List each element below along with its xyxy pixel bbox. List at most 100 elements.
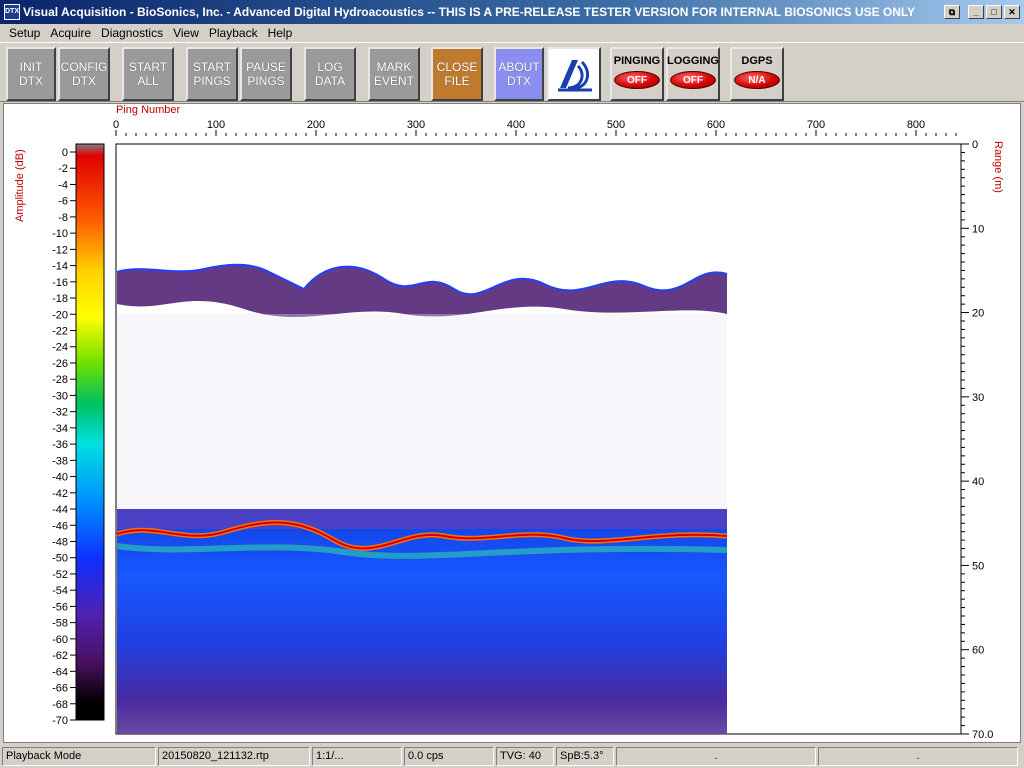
amplitude-tick-label: -44	[52, 504, 68, 516]
button-label: FILE	[444, 74, 470, 88]
button-label: START	[192, 60, 232, 74]
amplitude-tick-label: -22	[52, 326, 68, 338]
minimize-button[interactable]: _	[968, 5, 984, 19]
amplitude-tick-label: -18	[52, 293, 68, 305]
logging-label: LOGGING	[667, 55, 719, 67]
file-status: 20150820_121132.rtp	[158, 747, 310, 766]
ping-ticks: 0 100 200 300 400 500 600 700 800	[113, 119, 957, 136]
range-tick-label: 60	[972, 645, 984, 657]
button-label: DATA	[314, 74, 346, 88]
amplitude-tick-label: -58	[52, 618, 68, 630]
start-all-button[interactable]: START ALL	[122, 47, 174, 101]
button-label: PAUSE	[246, 60, 286, 74]
echogram-panel: Amplitude (dB) Range (m) Ping Number 0 -…	[3, 103, 1021, 743]
amplitude-tick-label: -54	[52, 585, 68, 597]
button-label: DTX	[507, 74, 531, 88]
init-dtx-button[interactable]: INIT DTX	[6, 47, 56, 101]
logging-indicator: LOGGING OFF	[666, 47, 720, 101]
amplitude-tick-label: -10	[52, 228, 68, 240]
logging-status: OFF	[670, 71, 716, 89]
ping-tick-label: 0	[113, 119, 119, 131]
log-data-button[interactable]: LOG DATA	[304, 47, 356, 101]
amplitude-tick-label: -68	[52, 699, 68, 711]
button-label: LOG	[317, 60, 343, 74]
status-cell-8: .	[818, 747, 1018, 766]
amplitude-tick-label: -6	[58, 196, 68, 208]
menu-view[interactable]: View	[168, 26, 204, 40]
menu-help[interactable]: Help	[263, 26, 298, 40]
amplitude-tick-label: -12	[52, 244, 68, 256]
sparse-scatter-region	[117, 314, 727, 509]
cps-status: 0.0 cps	[404, 747, 494, 766]
amplitude-tick-label: -24	[52, 342, 68, 354]
status-cell-7: .	[616, 747, 816, 766]
amplitude-colorbar	[75, 143, 105, 721]
range-tick-label: 20	[972, 308, 984, 320]
ping-tick-label: 500	[607, 119, 625, 131]
amplitude-tick-label: -20	[52, 309, 68, 321]
menu-setup[interactable]: Setup	[4, 26, 45, 40]
amplitude-ticks: 0 -2 -4 -6 -8 -10 -12 -14 -16 -18 -20 -22 -24 -26 -28 -…	[52, 147, 76, 727]
button-label: ALL	[137, 74, 159, 88]
amplitude-tick-label: -40	[52, 472, 68, 484]
config-dtx-button[interactable]: CONFIG DTX	[58, 47, 110, 101]
lower-water-column	[117, 509, 727, 734]
close-file-button[interactable]: CLOSE FILE	[431, 47, 483, 101]
amplitude-tick-label: -46	[52, 520, 68, 532]
amplitude-tick-label: -28	[52, 374, 68, 386]
ping-tick-label: 700	[807, 119, 825, 131]
amplitude-tick-label: -36	[52, 439, 68, 451]
pinging-status: OFF	[614, 71, 660, 89]
amplitude-tick-label: -64	[52, 666, 68, 678]
button-label: EVENT	[373, 74, 414, 88]
menu-playback[interactable]: Playback	[204, 26, 263, 40]
amplitude-tick-label: -2	[58, 163, 68, 175]
app-icon: DTX	[4, 4, 20, 20]
button-label: INIT	[19, 60, 43, 74]
pinging-label: PINGING	[613, 55, 661, 67]
dgps-label: DGPS	[741, 55, 773, 67]
dgps-status: N/A	[734, 71, 780, 89]
restore-icon[interactable]: ⧉	[944, 5, 960, 19]
ping-tick-label: 100	[207, 119, 225, 131]
close-window-button[interactable]: ✕	[1004, 5, 1020, 19]
amplitude-tick-label: -38	[52, 455, 68, 467]
pinging-indicator: PINGING OFF	[610, 47, 664, 101]
range-tick-label: 10	[972, 223, 984, 235]
range-tick-label: 70.0	[972, 729, 993, 741]
range-ticks: 0 10 20 30 40 50 60 70.0	[961, 139, 993, 741]
spb-status: SpB:5.3°	[556, 747, 614, 766]
tvg-status: TVG: 40	[496, 747, 554, 766]
about-dtx-button[interactable]: ABOUT DTX	[494, 47, 544, 101]
start-pings-button[interactable]: START PINGS	[186, 47, 238, 101]
amplitude-tick-label: -48	[52, 536, 68, 548]
menu-diagnostics[interactable]: Diagnostics	[96, 26, 168, 40]
amplitude-tick-label: -8	[58, 212, 68, 224]
biosonics-logo-icon	[558, 60, 592, 92]
amplitude-tick-label: -52	[52, 569, 68, 581]
ping-tick-label: 600	[707, 119, 725, 131]
bottom-layer	[117, 509, 727, 529]
amplitude-tick-label: -14	[52, 261, 68, 273]
range-tick-label: 40	[972, 476, 984, 488]
button-label: START	[128, 60, 168, 74]
range-tick-label: 30	[972, 392, 984, 404]
amplitude-tick-label: -56	[52, 601, 68, 613]
amplitude-tick-label: -42	[52, 488, 68, 500]
amplitude-tick-label: -4	[58, 179, 68, 191]
pause-pings-button[interactable]: PAUSE PINGS	[240, 47, 292, 101]
title-bar: DTX Visual Acquisition - BioSonics, Inc.…	[0, 0, 1024, 24]
range-tick-label: 0	[972, 139, 978, 151]
mark-event-button[interactable]: MARK EVENT	[368, 47, 420, 101]
maximize-button[interactable]: □	[986, 5, 1002, 19]
dgps-indicator: DGPS N/A	[730, 47, 784, 101]
menu-acquire[interactable]: Acquire	[45, 26, 96, 40]
button-label: PINGS	[247, 74, 285, 88]
button-label: DTX	[19, 74, 43, 88]
status-bar: Playback Mode 20150820_121132.rtp 1:1/..…	[0, 745, 1024, 768]
toolbar: INIT DTX CONFIG DTX START ALL START PING…	[0, 42, 1024, 102]
amplitude-tick-label: -60	[52, 634, 68, 646]
biosonics-logo-button[interactable]	[547, 47, 601, 101]
ping-tick-label: 400	[507, 119, 525, 131]
amplitude-tick-label: -62	[52, 650, 68, 662]
